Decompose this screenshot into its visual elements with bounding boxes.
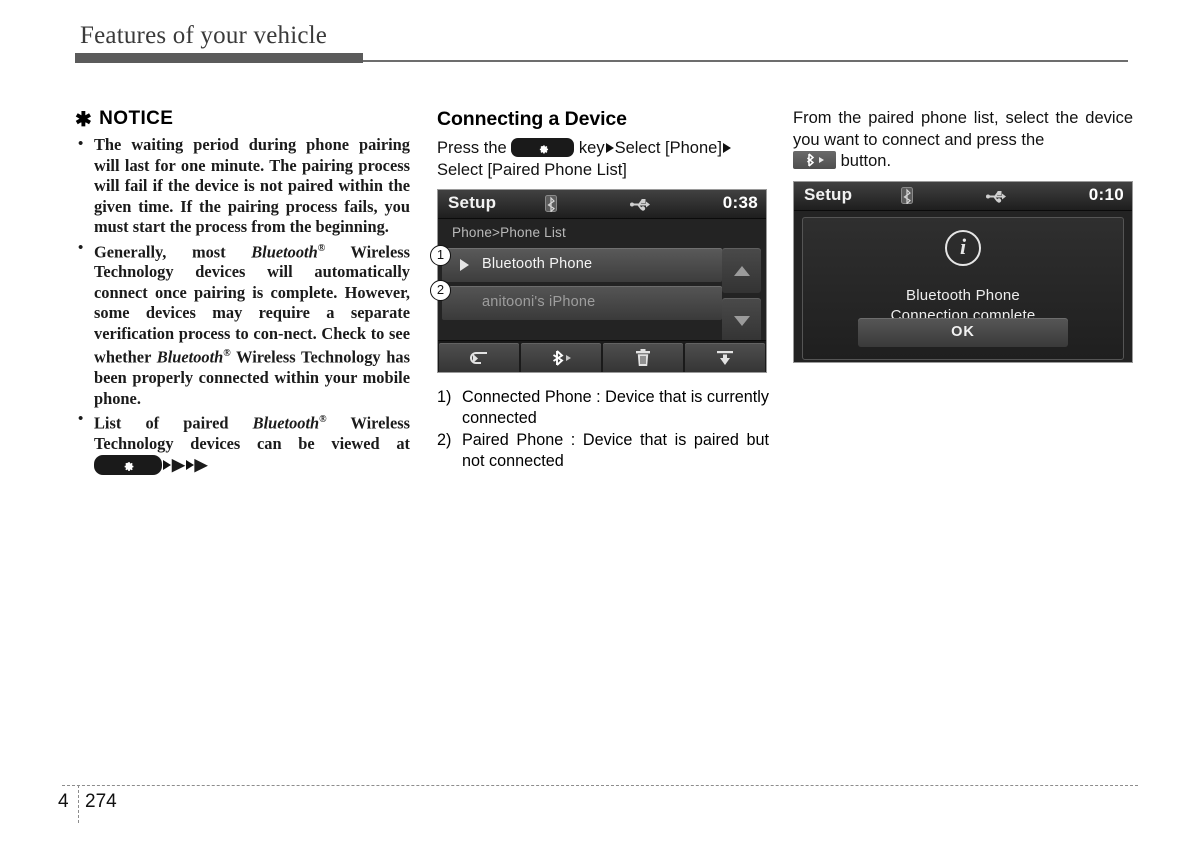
usb-icon: [986, 190, 1008, 208]
chevron-right-icon: [722, 142, 731, 153]
bluetooth-trademark: Bluetooth: [156, 347, 224, 367]
legend-text: Connected Phone : Device that is current…: [462, 388, 769, 427]
lcd-status-bar: Setup 0:38: [438, 190, 766, 219]
registered-mark: ®: [319, 414, 327, 426]
chevron-right-icon: [185, 460, 194, 471]
legend-text: Paired Phone : Device that is paired but…: [462, 431, 769, 470]
chevron-right-icon: [818, 156, 824, 163]
scroll-up-icon[interactable]: [722, 248, 761, 293]
delete-button[interactable]: [603, 343, 683, 372]
transfer-button[interactable]: [685, 343, 765, 372]
chevron-right-icon: [163, 460, 171, 471]
trash-icon: [636, 349, 650, 366]
callout-marker-2: 2: [430, 280, 451, 301]
notice-heading-label: NOTICE: [99, 108, 174, 129]
connect-paragraph-suffix: button.: [840, 152, 892, 170]
upload-arrow-icon: [717, 351, 733, 365]
bluetooth-connect-icon: [552, 350, 571, 366]
left-column: ✱ NOTICE The waiting period during phone…: [75, 108, 410, 477]
right-column: From the paired phone list, select the d…: [793, 108, 1133, 363]
notice-item-text: ▶: [194, 454, 208, 474]
chevron-right-icon: [605, 142, 614, 153]
phone-list: Bluetooth Phone anitooni's iPhone: [442, 248, 722, 324]
info-dialog: i Bluetooth Phone Connection complete OK: [802, 216, 1124, 360]
setup-key-icon: [511, 138, 575, 158]
list-item-connected-phone[interactable]: Bluetooth Phone: [442, 248, 722, 282]
page-header: Features of your vehicle: [0, 0, 1200, 70]
list-item-paired-phone[interactable]: anitooni's iPhone: [442, 286, 722, 320]
lcd-title: Setup: [804, 184, 853, 204]
notice-item-text: Generally, most: [94, 241, 252, 261]
play-arrow-icon: [460, 259, 469, 271]
notice-heading: ✱ NOTICE: [75, 108, 410, 130]
connect-paragraph: From the paired phone list, select the d…: [793, 108, 1133, 173]
bluetooth-connect-key-icon: [793, 150, 836, 169]
lcd-screen-connection-complete[interactable]: Setup 0:10 i Bluetooth Phone Connection …: [793, 180, 1133, 363]
notice-item-text: ▶: [172, 454, 185, 474]
header-rule-thick: [75, 53, 363, 63]
lcd-clock: 0:10: [1088, 184, 1124, 204]
list-item-label: anitooni's iPhone: [482, 294, 596, 310]
list-item: Generally, most Bluetooth® Wireless Tech…: [75, 238, 410, 410]
info-icon: i: [945, 229, 981, 266]
bluetooth-connect-button[interactable]: [521, 343, 601, 372]
page-title: Features of your vehicle: [80, 22, 328, 49]
legend-number: 1): [437, 388, 452, 406]
phone-list-legend: 1) Connected Phone : Device that is curr…: [437, 387, 769, 472]
bluetooth-icon: [545, 195, 557, 217]
ok-button[interactable]: OK: [858, 317, 1068, 347]
list-item: 2) Paired Phone : Device that is paired …: [437, 430, 769, 472]
lcd-toolbar: [438, 340, 766, 372]
list-item: The waiting period during phone pairing …: [75, 134, 410, 238]
notice-item-text: The waiting period during phone pairing …: [94, 135, 410, 236]
bluetooth-trademark: Bluetooth: [252, 413, 320, 433]
section-title-connecting-a-device: Connecting a Device: [437, 108, 627, 130]
footer-rule: [62, 785, 1138, 786]
lcd-body: Phone>Phone List Bluetooth Phone anitoon…: [438, 219, 766, 372]
list-item: List of paired Bluetooth® Wireless Techn…: [75, 409, 410, 476]
scroll-down-icon[interactable]: [722, 298, 761, 343]
callout-marker-1: 1: [430, 245, 451, 266]
lcd-clock: 0:38: [722, 193, 758, 212]
dialog-message-line1: Bluetooth Phone: [906, 286, 1020, 304]
breadcrumb: Phone>Phone List: [452, 225, 566, 240]
header-rule-thin: [363, 60, 1128, 62]
lcd-status-bar: Setup 0:10: [794, 181, 1132, 211]
legend-number: 2): [437, 431, 452, 449]
lcd-body: i Bluetooth Phone Connection complete OK: [794, 210, 1132, 362]
registered-mark: ®: [223, 348, 231, 360]
usb-icon: [630, 198, 652, 216]
bluetooth-trademark: Bluetooth: [251, 241, 318, 261]
instruction-press-the: Press the: [437, 139, 507, 157]
middle-column: Connecting a Device Press the key Select …: [437, 108, 769, 473]
scrollbar[interactable]: [722, 248, 761, 348]
bluetooth-icon: [901, 186, 913, 209]
instruction-select-paired-phone-list: Select [Paired Phone List]: [437, 160, 627, 179]
connect-paragraph-text: From the paired phone list, select the d…: [793, 109, 1133, 149]
instruction-key-word: key: [578, 139, 605, 157]
list-item-label: Bluetooth Phone: [482, 256, 593, 272]
instruction-select-phone: Select [Phone]: [614, 139, 722, 157]
setup-key-icon: [94, 455, 162, 476]
asterisk-icon: ✱: [75, 109, 93, 131]
notice-item-text: List of paired: [94, 413, 253, 433]
footer-page-number: 274: [85, 791, 117, 812]
back-button[interactable]: [439, 343, 519, 372]
back-arrow-icon: [470, 352, 487, 364]
footer-divider: [78, 785, 79, 823]
lcd-title: Setup: [448, 193, 497, 212]
footer-chapter-number: 4: [58, 791, 69, 812]
list-item: 1) Connected Phone : Device that is curr…: [437, 387, 769, 429]
notice-list: The waiting period during phone pairing …: [75, 134, 410, 476]
connect-instruction: Press the key Select [Phone] Select [Pair…: [437, 138, 769, 181]
lcd-screen-phone-list[interactable]: Setup 0:38 Phone>Phone List Bluetooth Ph…: [437, 189, 767, 373]
